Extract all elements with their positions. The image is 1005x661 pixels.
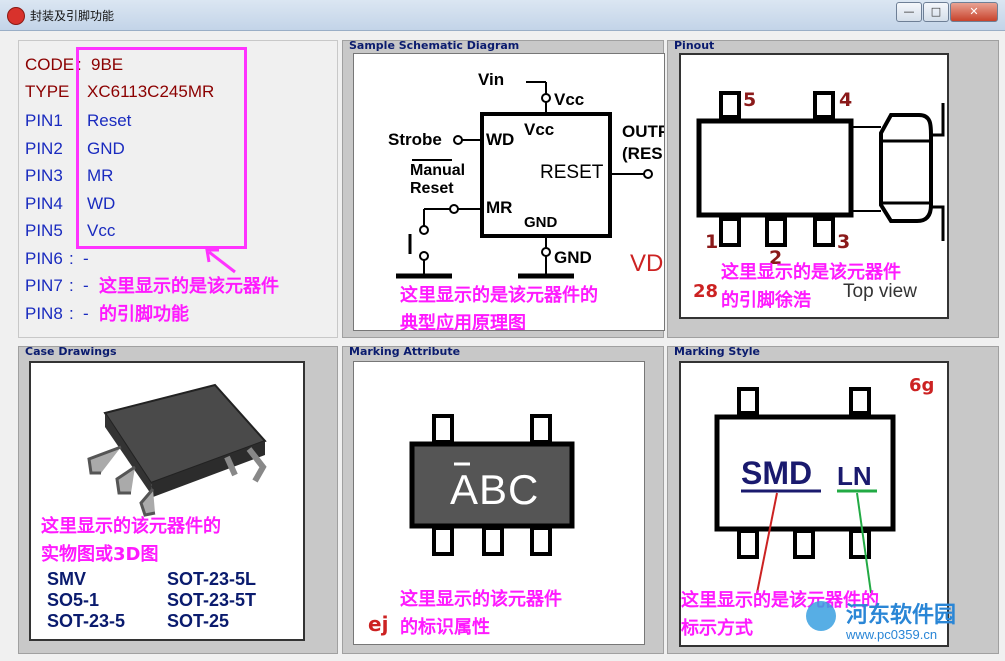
watermark: 河东软件园 www.pc0359.cn [806, 597, 992, 647]
chip-3d-image [87, 383, 267, 517]
pin-3-number: 3 [837, 231, 851, 253]
pin-label: PIN6 [25, 248, 63, 268]
title-bar: 封装及引脚功能 — □ ✕ [0, 0, 1005, 31]
schematic-title: Sample Schematic Diagram [349, 39, 520, 52]
pin-label: PIN4 [25, 193, 63, 213]
pin-function: - [83, 303, 89, 323]
vcc-pin-label: Vcc [524, 120, 555, 139]
package-name: SOT-25 [167, 611, 230, 631]
vd-label: VD [630, 250, 664, 277]
strobe-label: Strobe [388, 130, 442, 149]
code-label: CODE [25, 55, 75, 74]
manual-label: Manual [410, 162, 466, 179]
pin-row: PIN3 MR [25, 166, 113, 186]
ln-text: LN [837, 461, 872, 491]
case-drawings-view: 这里显示的该元器件的 实物图或3D图 SMV SOT-23-5L SO5-1 SOT-… [29, 361, 305, 641]
pinout-annotation: 这里显示的是该元器件 的引脚徐浩 [721, 262, 901, 311]
pin-row: PIN5 Vcc [25, 221, 115, 241]
marking-style-title: Marking Style [674, 345, 760, 358]
case-annotation: 这里显示的该元器件的 实物图或3D图 [41, 516, 221, 565]
marking-style-drawing [714, 387, 896, 594]
mr-pin-label: MR [486, 198, 513, 217]
pin-1-number: 1 [705, 231, 719, 253]
marking-attribute-view: ABC ej 这里显示的该元器件 的标识属性 [353, 361, 645, 645]
case-drawings-panel: Case Drawings 这里显示的该元器件的 实物图或3D图 SMV SOT-… [18, 345, 338, 654]
package-name: SO5-1 [47, 590, 100, 610]
vcc-supply-label: Vcc [554, 90, 585, 109]
pin-function: - [83, 248, 89, 268]
marking-attribute-title: Marking Attribute [349, 345, 461, 358]
vin-label: Vin [478, 70, 505, 89]
pin-row: PIN2 GND [25, 138, 125, 159]
pin-5-number: 5 [743, 89, 757, 111]
marking-attribute-annotation: 这里显示的该元器件 的标识属性 [400, 589, 562, 638]
type-label: TYPE [25, 82, 70, 101]
window-title: 封装及引脚功能 [30, 9, 115, 23]
wd-pin-label: WD [486, 130, 515, 149]
pinout-view: 5 4 1 2 3 28 Top view 这里显示的是该元器件 的引脚徐浩 [679, 53, 949, 319]
watermark-url: www.pc0359.cn [846, 627, 938, 642]
pin-row: PIN8: - [25, 303, 89, 323]
watermark-logo-icon [806, 601, 836, 631]
reset-input-label: Reset [410, 180, 454, 197]
marking-code: ej [368, 612, 389, 636]
package-name: SOT-23-5 [47, 611, 126, 631]
schematic-annotation: 这里显示的是该元器件的 典型应用原理图 [400, 285, 598, 331]
pin-label: PIN2 [25, 138, 63, 158]
pin-label: PIN3 [25, 166, 63, 185]
part-number: 28 [693, 281, 719, 302]
pinout-title: Pinout [674, 39, 715, 52]
pin-label: PIN8 [25, 303, 63, 323]
pin-info-panel: CODE: 9BE TYPE XC6113C245MR PIN1 Reset PIN… [18, 40, 338, 338]
annotation-arrow [205, 248, 236, 274]
pin-label: PIN1 [25, 111, 63, 130]
package-name: SMV [47, 569, 87, 589]
pin-function: - [83, 276, 89, 295]
schematic-view: Vin Vcc Vcc Strobe WD Manual Reset MR RE… [353, 53, 665, 331]
reset-pin-label: RESET [540, 162, 604, 183]
code-row: CODE: 9BE [25, 55, 124, 74]
app-icon [7, 7, 25, 25]
gnd-label: GND [554, 248, 592, 267]
pin-row: PIN7: - [25, 276, 89, 295]
output-label: OUTP [622, 122, 665, 141]
close-button[interactable]: ✕ [950, 2, 998, 22]
pin-label: PIN7 [25, 276, 63, 295]
marking-style-code: 6g [909, 375, 935, 396]
pin-row: PIN1 Reset [25, 111, 131, 131]
marking-attribute-panel: Marking Attribute ABC ej 这里显示的该元器件 的标识属性 [342, 345, 664, 654]
maximize-button[interactable]: □ [923, 2, 949, 22]
schematic-panel: Sample Schematic Diagram Vin Vcc Vcc Str… [342, 39, 665, 338]
smd-text: SMD [741, 455, 813, 491]
highlight-box [76, 47, 247, 249]
pin-row: PIN6: - [25, 248, 89, 268]
package-name: SOT-23-5L [167, 569, 257, 589]
marking-text: ABC [450, 466, 540, 513]
package-name: SOT-23-5T [167, 590, 257, 610]
reset-output-label: (RES [622, 144, 663, 163]
gnd-pin-label: GND [524, 214, 558, 231]
case-drawings-title: Case Drawings [25, 345, 117, 358]
marking-style-panel: Marking Style 6g SMD LN 这里显示的是该元器件的 标示方式… [667, 345, 999, 654]
pin-row: PIN4 WD [25, 193, 115, 214]
type-row: TYPE XC6113C245MR [25, 82, 214, 102]
pin-4-number: 4 [839, 89, 853, 111]
minimize-button[interactable]: — [896, 2, 922, 22]
pin-info-annotation: 这里显示的是该元器件 的引脚功能 [99, 276, 279, 325]
pin-label: PIN5 [25, 221, 63, 240]
pinout-panel: Pinout 5 4 1 2 3 28 Top view 这里显示的是该元器件 … [667, 39, 999, 338]
watermark-site-name: 河东软件园 [846, 603, 957, 628]
marking-chip-drawing [409, 414, 575, 556]
